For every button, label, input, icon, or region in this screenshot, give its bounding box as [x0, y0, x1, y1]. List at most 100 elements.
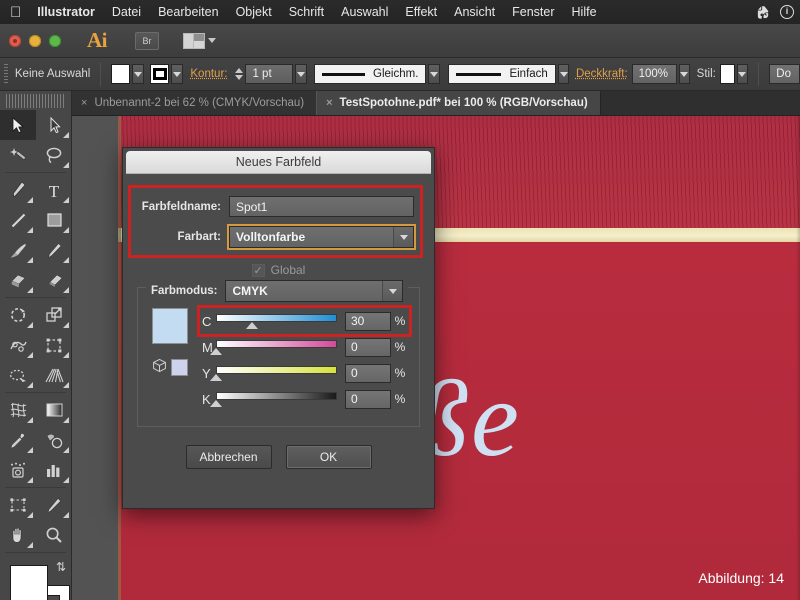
yellow-slider-track[interactable] — [216, 364, 337, 382]
black-slider-track[interactable] — [216, 390, 337, 408]
maximize-window-button[interactable] — [49, 35, 61, 47]
black-slider-thumb[interactable] — [210, 400, 222, 407]
tool-selection[interactable] — [0, 110, 36, 140]
tool-pen[interactable] — [0, 175, 36, 205]
tool-mesh[interactable] — [0, 395, 36, 425]
tool-blend[interactable] — [36, 425, 72, 455]
graphic-style-dropdown[interactable] — [737, 64, 749, 84]
stroke-weight-label[interactable]: Kontur: — [190, 68, 227, 80]
menu-item-auswahl[interactable]: Auswahl — [341, 5, 388, 19]
dialog-body: Farbfeldname: Spot1 Farbart: Volltonfarb… — [123, 174, 434, 469]
tool-perspective-grid[interactable] — [36, 360, 72, 390]
tool-eraser[interactable] — [36, 265, 72, 295]
stroke-weight-stepper[interactable] — [235, 68, 243, 80]
fill-color-swatch[interactable] — [111, 64, 130, 84]
close-window-button[interactable] — [9, 35, 21, 47]
arrange-documents-button[interactable] — [183, 33, 216, 49]
color-type-select[interactable]: Volltonfarbe — [229, 226, 414, 248]
tool-column-graph[interactable] — [36, 455, 72, 485]
tool-slice[interactable] — [36, 490, 72, 520]
yellow-slider-thumb[interactable] — [210, 374, 222, 381]
magenta-slider-thumb[interactable] — [210, 348, 222, 355]
brush-definition-select[interactable]: Einfach — [448, 64, 556, 84]
tools-panel-grip[interactable] — [6, 94, 65, 108]
window-controls — [9, 35, 61, 47]
apple-logo-icon[interactable]:  — [10, 5, 21, 20]
info-icon[interactable]: i — [780, 5, 794, 19]
tool-eyedropper[interactable] — [0, 425, 36, 455]
chevron-down-icon — [297, 72, 305, 77]
close-tab-icon[interactable]: × — [81, 97, 87, 109]
menu-item-fenster[interactable]: Fenster — [512, 5, 554, 19]
tool-zoom[interactable] — [36, 520, 72, 550]
color-mode-select[interactable]: CMYK — [225, 280, 403, 302]
tool-artboard[interactable] — [0, 490, 36, 520]
menu-item-hilfe[interactable]: Hilfe — [572, 5, 597, 19]
menu-item-ansicht[interactable]: Ansicht — [454, 5, 495, 19]
tool-hand[interactable] — [0, 520, 36, 550]
brush-label: Einfach — [509, 68, 547, 80]
menu-item-illustrator[interactable]: Illustrator — [37, 5, 95, 19]
minimize-window-button[interactable] — [29, 35, 41, 47]
tool-magic-wand[interactable] — [0, 140, 36, 170]
tool-direct-selection[interactable] — [36, 110, 72, 140]
control-bar-grip[interactable] — [4, 64, 8, 85]
evernote-icon[interactable] — [756, 5, 771, 20]
tool-gradient[interactable] — [36, 395, 72, 425]
menu-item-effekt[interactable]: Effekt — [405, 5, 437, 19]
global-checkbox[interactable]: ✓ — [252, 264, 265, 277]
opacity-input[interactable]: 100% — [632, 64, 677, 84]
stroke-color-swatch[interactable] — [150, 64, 169, 84]
tool-corner-indicator-icon — [27, 382, 33, 388]
tool-line-segment[interactable] — [0, 205, 36, 235]
brush-dropdown[interactable] — [558, 64, 570, 84]
cyan-value-input[interactable]: 30 — [345, 312, 391, 331]
yellow-value-input[interactable]: 0 — [345, 364, 391, 383]
tool-rectangle[interactable] — [36, 205, 72, 235]
magenta-value-input[interactable]: 0 — [345, 338, 391, 357]
stroke-profile-select[interactable]: Gleichm. — [314, 64, 426, 84]
opacity-label[interactable]: Deckkraft: — [576, 68, 628, 80]
document-tab-unbenannt-2[interactable]: × Unbenannt-2 bei 62 % (CMYK/Vorschau) — [72, 91, 316, 115]
tool-pencil[interactable] — [36, 235, 72, 265]
tool-shape-builder[interactable] — [0, 360, 36, 390]
stroke-weight-dropdown[interactable] — [295, 64, 307, 84]
swatch-name-input[interactable]: Spot1 — [229, 196, 414, 217]
graphic-style-swatch[interactable] — [720, 64, 735, 84]
spot-color-row — [152, 358, 188, 376]
document-setup-button[interactable]: Do — [769, 64, 800, 84]
tool-rotate[interactable] — [0, 300, 36, 330]
menu-item-objekt[interactable]: Objekt — [236, 5, 272, 19]
chevron-down-icon — [173, 72, 181, 77]
tool-lasso[interactable] — [36, 140, 72, 170]
tool-symbol-sprayer[interactable] — [0, 455, 36, 485]
tool-scale[interactable] — [36, 300, 72, 330]
menu-item-bearbeiten[interactable]: Bearbeiten — [158, 5, 218, 19]
fill-color-box[interactable] — [10, 565, 48, 600]
stroke-color-dropdown[interactable] — [171, 64, 183, 84]
opacity-dropdown[interactable] — [679, 64, 691, 84]
document-tab-testspotohne[interactable]: × TestSpotohne.pdf* bei 100 % (RGB/Vorsc… — [316, 91, 601, 115]
stroke-weight-input[interactable]: 1 pt — [245, 64, 293, 84]
tool-width[interactable] — [0, 330, 36, 360]
tool-free-transform[interactable] — [36, 330, 72, 360]
close-tab-icon[interactable]: × — [326, 97, 332, 109]
tool-paintbrush[interactable] — [0, 235, 36, 265]
ok-button[interactable]: OK — [286, 445, 372, 469]
magenta-slider-track[interactable] — [216, 338, 337, 356]
black-value-input[interactable]: 0 — [345, 390, 391, 409]
fill-color-dropdown[interactable] — [132, 64, 144, 84]
tool-type[interactable]: T — [36, 175, 72, 205]
stroke-profile-dropdown[interactable] — [428, 64, 440, 84]
tool-blob-brush[interactable] — [0, 265, 36, 295]
tool-corner-indicator-icon — [27, 197, 33, 203]
cyan-slider-track[interactable] — [216, 312, 337, 330]
menu-item-datei[interactable]: Datei — [112, 5, 141, 19]
tool-corner-indicator-icon — [63, 132, 69, 138]
control-bar: Keine Auswahl Kontur: 1 pt Gleichm. Einf… — [0, 58, 800, 91]
bridge-button[interactable]: Br — [135, 32, 159, 50]
cancel-button[interactable]: Abbrechen — [186, 445, 272, 469]
menu-item-schrift[interactable]: Schrift — [289, 5, 324, 19]
swap-fill-stroke-icon[interactable]: ⇅ — [56, 560, 66, 574]
cyan-slider-thumb[interactable] — [246, 322, 258, 329]
